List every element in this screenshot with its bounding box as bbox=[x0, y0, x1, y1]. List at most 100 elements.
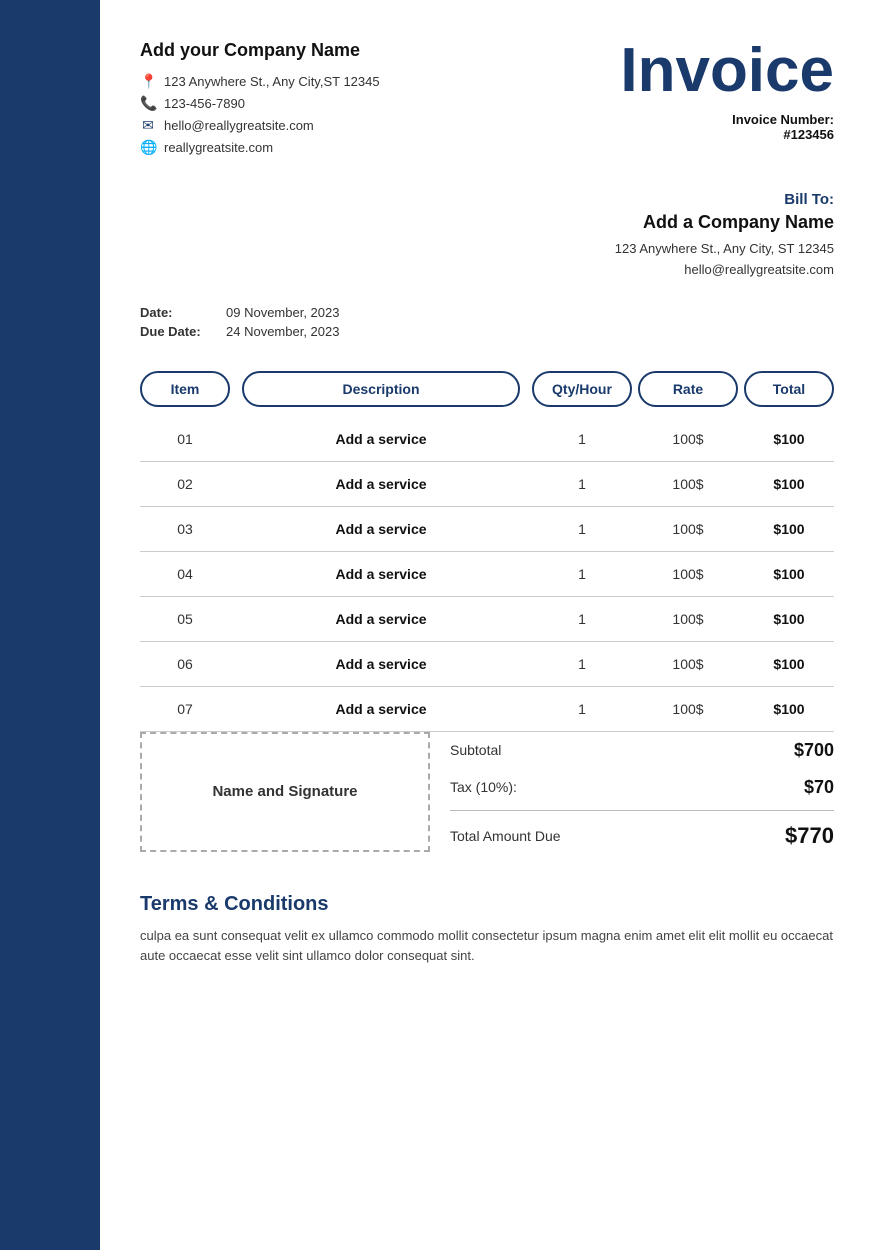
company-website-line: 🌐 reallygreatsite.com bbox=[140, 139, 380, 156]
signature-label: Name and Signature bbox=[212, 783, 357, 800]
total-amount-label: Total Amount Due bbox=[450, 828, 561, 844]
table-row: 06 Add a service 1 100$ $100 bbox=[140, 642, 834, 687]
row-rate: 100$ bbox=[638, 656, 738, 672]
tax-value: $70 bbox=[804, 777, 834, 798]
row-total: $100 bbox=[744, 566, 834, 582]
invoice-title-block: Invoice Invoice Number: #123456 bbox=[620, 40, 834, 142]
sidebar bbox=[0, 0, 100, 1250]
dates-block: Date: 09 November, 2023 Due Date: 24 Nov… bbox=[140, 305, 339, 343]
bill-to-street: 123 Anywhere St., Any City, ST 12345 bbox=[140, 239, 834, 260]
bill-to-company: Add a Company Name bbox=[140, 212, 834, 233]
row-item: 01 bbox=[140, 431, 230, 447]
company-phone-line: 📞 123-456-7890 bbox=[140, 95, 380, 112]
row-item: 03 bbox=[140, 521, 230, 537]
row-qty: 1 bbox=[532, 701, 632, 717]
company-website: reallygreatsite.com bbox=[164, 140, 273, 155]
row-description: Add a service bbox=[242, 566, 520, 582]
due-date-label: Due Date: bbox=[140, 324, 210, 339]
row-description: Add a service bbox=[242, 521, 520, 537]
row-item: 04 bbox=[140, 566, 230, 582]
dates-row: Date: 09 November, 2023 Due Date: 24 Nov… bbox=[140, 305, 834, 343]
total-divider bbox=[450, 810, 834, 811]
invoice-number-label: Invoice Number: bbox=[620, 112, 834, 127]
location-icon: 📍 bbox=[140, 73, 156, 90]
content-area: Add your Company Name 📍 123 Anywhere St.… bbox=[100, 0, 884, 1250]
bill-to-email: hello@reallygreatsite.com bbox=[140, 260, 834, 281]
row-total: $100 bbox=[744, 521, 834, 537]
due-date-line: Due Date: 24 November, 2023 bbox=[140, 324, 339, 339]
header-total: Total bbox=[744, 371, 834, 407]
subtotal-value: $700 bbox=[794, 740, 834, 761]
row-description: Add a service bbox=[242, 431, 520, 447]
row-qty: 1 bbox=[532, 476, 632, 492]
row-description: Add a service bbox=[242, 611, 520, 627]
invoice-number-value: #123456 bbox=[620, 127, 834, 142]
globe-icon: 🌐 bbox=[140, 139, 156, 156]
row-item: 06 bbox=[140, 656, 230, 672]
row-total: $100 bbox=[744, 701, 834, 717]
row-rate: 100$ bbox=[638, 521, 738, 537]
invoice-title: Invoice bbox=[620, 40, 834, 102]
phone-icon: 📞 bbox=[140, 95, 156, 112]
row-rate: 100$ bbox=[638, 611, 738, 627]
company-email-line: ✉ hello@reallygreatsite.com bbox=[140, 117, 380, 134]
table-row: 01 Add a service 1 100$ $100 bbox=[140, 417, 834, 462]
header: Add your Company Name 📍 123 Anywhere St.… bbox=[140, 40, 834, 161]
due-date-value: 24 November, 2023 bbox=[226, 324, 339, 339]
subtotal-line: Subtotal $700 bbox=[450, 732, 834, 769]
email-icon: ✉ bbox=[140, 117, 156, 134]
header-item: Item bbox=[140, 371, 230, 407]
signature-box: Name and Signature bbox=[140, 732, 430, 852]
row-total: $100 bbox=[744, 431, 834, 447]
company-info: Add your Company Name 📍 123 Anywhere St.… bbox=[140, 40, 380, 161]
subtotal-label: Subtotal bbox=[450, 742, 501, 758]
bill-to-section: Bill To: Add a Company Name 123 Anywhere… bbox=[140, 191, 834, 281]
row-qty: 1 bbox=[532, 431, 632, 447]
totals-block: Subtotal $700 Tax (10%): $70 Total Amoun… bbox=[450, 732, 834, 857]
header-qty: Qty/Hour bbox=[532, 371, 632, 407]
total-amount-line: Total Amount Due $770 bbox=[450, 815, 834, 857]
date-label: Date: bbox=[140, 305, 210, 320]
terms-title: Terms & Conditions bbox=[140, 893, 834, 916]
tax-label: Tax (10%): bbox=[450, 779, 517, 795]
terms-text: culpa ea sunt consequat velit ex ullamco… bbox=[140, 926, 834, 968]
row-qty: 1 bbox=[532, 611, 632, 627]
row-total: $100 bbox=[744, 656, 834, 672]
table-row: 07 Add a service 1 100$ $100 bbox=[140, 687, 834, 732]
table-row: 03 Add a service 1 100$ $100 bbox=[140, 507, 834, 552]
row-qty: 1 bbox=[532, 566, 632, 582]
tax-line: Tax (10%): $70 bbox=[450, 769, 834, 806]
header-description: Description bbox=[242, 371, 520, 407]
row-qty: 1 bbox=[532, 521, 632, 537]
row-qty: 1 bbox=[532, 656, 632, 672]
terms-section: Terms & Conditions culpa ea sunt consequ… bbox=[140, 893, 834, 968]
row-item: 05 bbox=[140, 611, 230, 627]
row-rate: 100$ bbox=[638, 476, 738, 492]
company-name: Add your Company Name bbox=[140, 40, 380, 61]
company-email: hello@reallygreatsite.com bbox=[164, 118, 314, 133]
table-header-row: Item Description Qty/Hour Rate Total bbox=[140, 371, 834, 407]
company-address: 123 Anywhere St., Any City,ST 12345 bbox=[164, 74, 380, 89]
table-rows-container: 01 Add a service 1 100$ $100 02 Add a se… bbox=[140, 417, 834, 732]
invoice-page: Add your Company Name 📍 123 Anywhere St.… bbox=[0, 0, 884, 1250]
company-address-line: 📍 123 Anywhere St., Any City,ST 12345 bbox=[140, 73, 380, 90]
date-value: 09 November, 2023 bbox=[226, 305, 339, 320]
bill-to-label: Bill To: bbox=[140, 191, 834, 208]
row-description: Add a service bbox=[242, 701, 520, 717]
row-description: Add a service bbox=[242, 476, 520, 492]
row-total: $100 bbox=[744, 476, 834, 492]
row-rate: 100$ bbox=[638, 566, 738, 582]
row-description: Add a service bbox=[242, 656, 520, 672]
bill-to-address: 123 Anywhere St., Any City, ST 12345 hel… bbox=[140, 239, 834, 281]
row-item: 07 bbox=[140, 701, 230, 717]
table-row: 02 Add a service 1 100$ $100 bbox=[140, 462, 834, 507]
table-row: 05 Add a service 1 100$ $100 bbox=[140, 597, 834, 642]
total-amount-value: $770 bbox=[785, 823, 834, 849]
date-line: Date: 09 November, 2023 bbox=[140, 305, 339, 320]
header-rate: Rate bbox=[638, 371, 738, 407]
bottom-section: Name and Signature Subtotal $700 Tax (10… bbox=[140, 732, 834, 857]
row-item: 02 bbox=[140, 476, 230, 492]
row-total: $100 bbox=[744, 611, 834, 627]
table-row: 04 Add a service 1 100$ $100 bbox=[140, 552, 834, 597]
row-rate: 100$ bbox=[638, 701, 738, 717]
